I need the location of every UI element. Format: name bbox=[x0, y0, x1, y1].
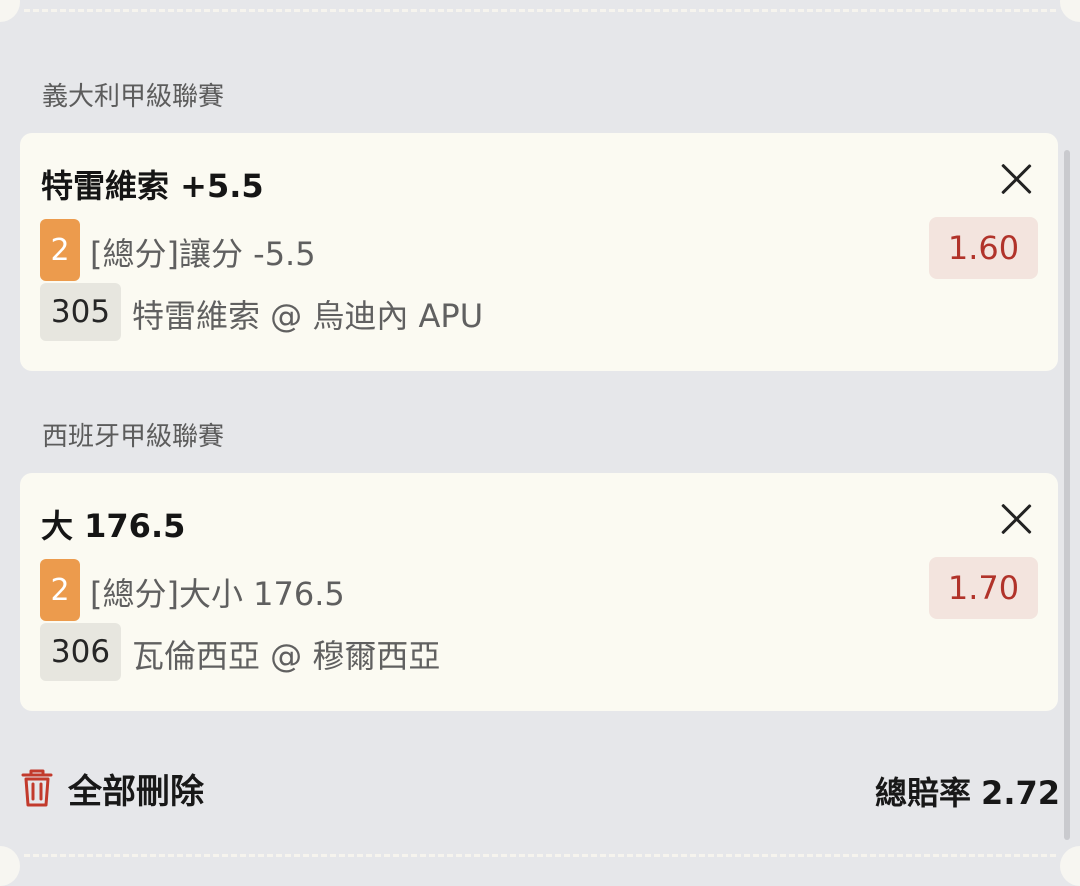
period-badge: 2 bbox=[40, 559, 80, 621]
match-text: 特雷維索 @ 烏迪內 APU bbox=[132, 297, 484, 335]
total-odds-label: 總賠率 bbox=[875, 774, 972, 812]
odds-value[interactable]: 1.70 bbox=[929, 557, 1038, 619]
ticket-top-edge bbox=[0, 0, 1080, 20]
ticket-bottom-edge bbox=[0, 845, 1080, 865]
delete-all-button[interactable]: 全部刪除 bbox=[20, 762, 204, 814]
league-label: 西班牙甲級聯賽 bbox=[42, 422, 225, 452]
selection-title: 大 176.5 bbox=[41, 507, 186, 545]
market-text: [總分]讓分 -5.5 bbox=[90, 235, 316, 273]
match-text: 瓦倫西亞 @ 穆爾西亞 bbox=[132, 637, 441, 675]
total-odds-value: 2.72 bbox=[981, 774, 1060, 812]
close-icon[interactable] bbox=[996, 499, 1036, 539]
odds-value[interactable]: 1.60 bbox=[929, 217, 1038, 279]
league-label: 義大利甲級聯賽 bbox=[42, 82, 225, 112]
bet-slip-card: 特雷維索 +5.5 2 [總分]讓分 -5.5 1.60 305 特雷維索 @ … bbox=[20, 133, 1058, 371]
scrollbar[interactable] bbox=[1064, 150, 1070, 840]
trash-icon bbox=[21, 769, 53, 807]
total-odds: 總賠率 2.72 bbox=[875, 768, 1060, 814]
match-id-badge: 306 bbox=[40, 623, 121, 681]
match-id-badge: 305 bbox=[40, 283, 121, 341]
period-badge: 2 bbox=[40, 219, 80, 281]
close-icon[interactable] bbox=[996, 159, 1036, 199]
delete-all-label: 全部刪除 bbox=[68, 771, 204, 812]
bet-slip-card: 大 176.5 2 [總分]大小 176.5 1.70 306 瓦倫西亞 @ 穆… bbox=[20, 473, 1058, 711]
market-text: [總分]大小 176.5 bbox=[90, 575, 345, 613]
selection-title: 特雷維索 +5.5 bbox=[41, 167, 264, 205]
